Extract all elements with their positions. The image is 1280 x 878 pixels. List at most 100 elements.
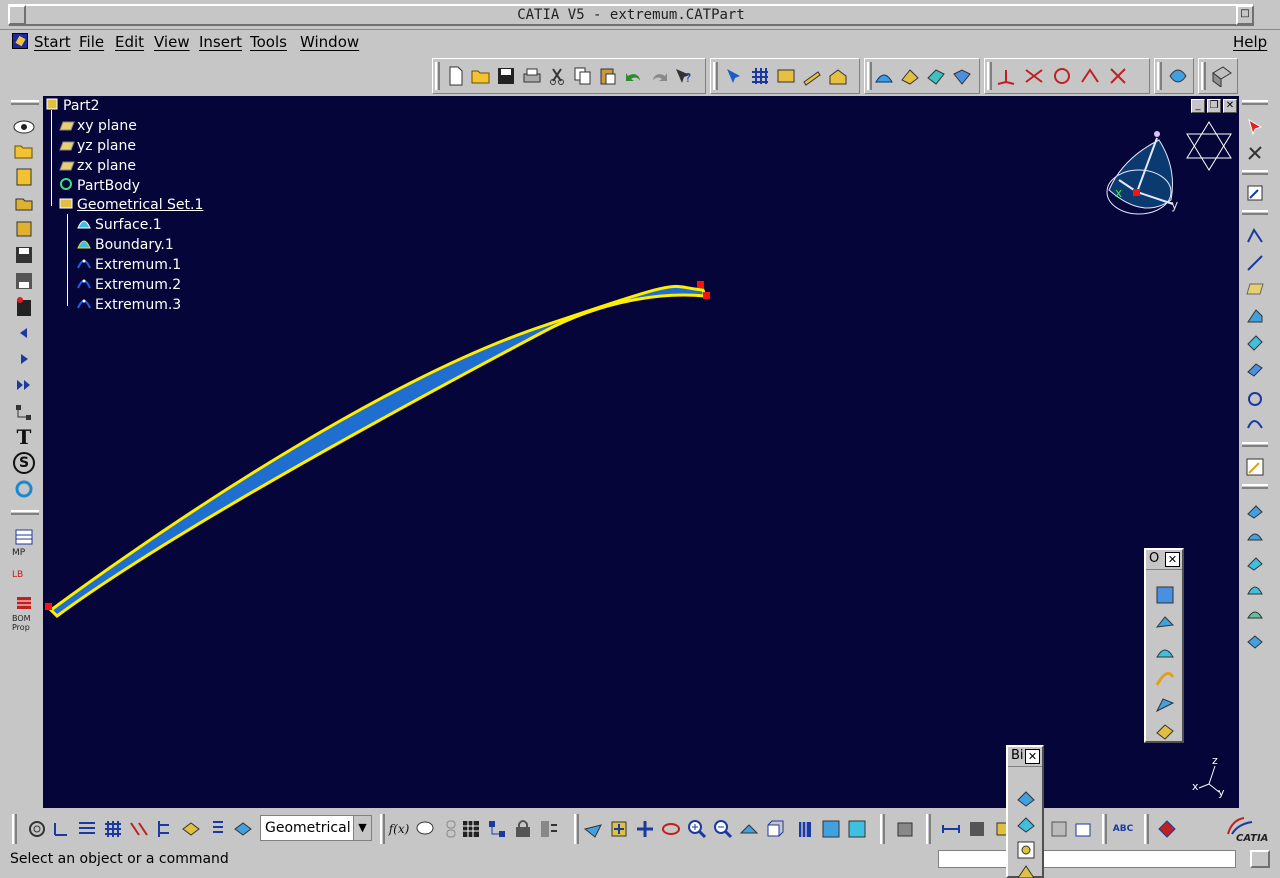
symbol-icon[interactable]: S xyxy=(13,452,35,474)
grid-select-icon[interactable] xyxy=(749,65,771,87)
menu-tools[interactable]: Tools xyxy=(250,32,287,52)
copy-icon[interactable] xyxy=(572,65,594,87)
scan-icon[interactable] xyxy=(775,65,797,87)
hierarchy-icon[interactable] xyxy=(13,402,35,424)
grid-list-icon[interactable] xyxy=(76,818,98,840)
toolbar-grip[interactable] xyxy=(11,510,39,515)
menu-edit[interactable]: Edit xyxy=(115,32,144,52)
palette-tool-2-icon[interactable] xyxy=(1015,813,1037,835)
menu-help[interactable]: Help xyxy=(1233,32,1267,52)
zoom-in-icon[interactable] xyxy=(686,818,708,840)
toolbar-grip[interactable] xyxy=(1242,484,1268,489)
extremum-point-2[interactable] xyxy=(697,281,704,288)
circle-tool-icon[interactable] xyxy=(1244,388,1266,410)
window-menu-button[interactable] xyxy=(8,5,26,25)
toolbar-grip[interactable] xyxy=(1201,62,1206,90)
axis-system-icon[interactable] xyxy=(995,65,1017,87)
folder-open-icon[interactable] xyxy=(13,192,35,214)
open-icon[interactable] xyxy=(470,65,492,87)
catalog-icon[interactable] xyxy=(827,65,849,87)
abc-icon[interactable]: ABC xyxy=(1112,818,1134,840)
reports-icon[interactable] xyxy=(13,218,35,240)
normal-view-icon[interactable] xyxy=(738,818,760,840)
table-grid-icon[interactable] xyxy=(460,818,482,840)
toolbar-grip[interactable] xyxy=(435,62,440,90)
toolbar-grip[interactable] xyxy=(380,814,385,844)
save-icon[interactable] xyxy=(495,65,517,87)
undo-icon[interactable] xyxy=(623,65,645,87)
point-icon[interactable] xyxy=(1244,226,1266,248)
palette-header[interactable]: O ✕ xyxy=(1146,550,1182,570)
palette-tool-3-icon[interactable] xyxy=(1015,839,1037,861)
toolbar-grip[interactable] xyxy=(1242,100,1268,105)
boundary-curve[interactable] xyxy=(48,284,708,618)
comment-icon[interactable] xyxy=(414,818,436,840)
extremum-point-3[interactable] xyxy=(703,292,710,299)
cut-icon[interactable] xyxy=(546,65,568,87)
rotate-view-icon[interactable] xyxy=(660,818,682,840)
toolbar-grip[interactable] xyxy=(1102,814,1107,844)
palette-close-button[interactable]: ✕ xyxy=(1025,749,1040,764)
select-arrow-icon[interactable] xyxy=(1244,116,1266,138)
appearance-icon[interactable] xyxy=(1156,818,1178,840)
palette-tool-4-icon[interactable] xyxy=(1015,861,1037,878)
boundary-op-icon[interactable] xyxy=(1154,668,1176,690)
extremum-point-1[interactable] xyxy=(45,603,52,610)
table-icon[interactable] xyxy=(13,526,35,548)
fast-forward-icon[interactable] xyxy=(13,374,35,396)
lock-icon[interactable] xyxy=(512,818,534,840)
surface-join-icon[interactable] xyxy=(1154,642,1176,664)
menu-file[interactable]: File xyxy=(79,32,104,52)
current-set-icon[interactable] xyxy=(232,818,254,840)
extract-op-icon[interactable] xyxy=(1154,694,1176,716)
analysis-icon[interactable] xyxy=(1167,65,1189,87)
surface-tool-5-icon[interactable] xyxy=(1244,604,1266,626)
catia-app-icon[interactable] xyxy=(12,33,28,49)
trim-icon[interactable] xyxy=(1079,65,1101,87)
sketch-icon[interactable] xyxy=(1244,182,1266,204)
disassemble-icon[interactable] xyxy=(1154,612,1176,634)
palette-tool-1-icon[interactable] xyxy=(1015,787,1037,809)
toolbar-grip[interactable] xyxy=(926,814,931,844)
quick-view-icon[interactable] xyxy=(764,818,786,840)
clipboard-icon[interactable] xyxy=(13,296,35,318)
wizard-icon[interactable] xyxy=(801,65,823,87)
toolbar-grip[interactable] xyxy=(1242,170,1268,175)
annotation-icon[interactable] xyxy=(1048,818,1070,840)
plane-tool-icon[interactable] xyxy=(1244,278,1266,300)
bom-icon[interactable] xyxy=(13,592,35,614)
save-disk-icon[interactable] xyxy=(13,244,35,266)
toolbar-grip[interactable] xyxy=(987,62,992,90)
surface-tool-3-icon[interactable] xyxy=(1244,552,1266,574)
palette-close-button[interactable]: ✕ xyxy=(1165,552,1180,567)
swap-visible-icon[interactable] xyxy=(846,818,868,840)
window-close-button[interactable]: □ xyxy=(1236,5,1254,25)
toolbar-grip[interactable] xyxy=(1157,62,1162,90)
join-icon[interactable] xyxy=(1023,65,1045,87)
fit-all-icon[interactable] xyxy=(608,818,630,840)
sphere-tool-icon[interactable] xyxy=(1244,358,1266,380)
print-icon[interactable] xyxy=(521,65,543,87)
floppy-icon[interactable] xyxy=(13,270,35,292)
fly-mode-icon[interactable] xyxy=(582,818,604,840)
text-icon[interactable]: T xyxy=(13,426,35,448)
power-input-field[interactable] xyxy=(938,850,1236,868)
chain-icon[interactable] xyxy=(440,818,462,840)
redo-icon[interactable] xyxy=(648,65,670,87)
tree-icon[interactable] xyxy=(154,818,176,840)
knowledge-icon[interactable] xyxy=(486,818,508,840)
measure-item-icon[interactable] xyxy=(966,818,988,840)
tools-icon[interactable] xyxy=(1244,142,1266,164)
measure-icon[interactable] xyxy=(940,818,962,840)
split-icon[interactable] xyxy=(1051,65,1073,87)
hide-show-icon[interactable] xyxy=(820,818,842,840)
spline-tool-icon[interactable] xyxy=(1244,414,1266,436)
lb-label[interactable]: LB xyxy=(12,570,23,580)
offset-icon[interactable] xyxy=(899,65,921,87)
menu-start[interactable]: Start xyxy=(34,32,71,52)
update-icon[interactable] xyxy=(13,478,35,500)
parameters-icon[interactable] xyxy=(538,818,560,840)
select-mode-icon[interactable] xyxy=(723,65,745,87)
toolbar-grip[interactable] xyxy=(11,100,39,105)
list-icon[interactable] xyxy=(206,818,228,840)
